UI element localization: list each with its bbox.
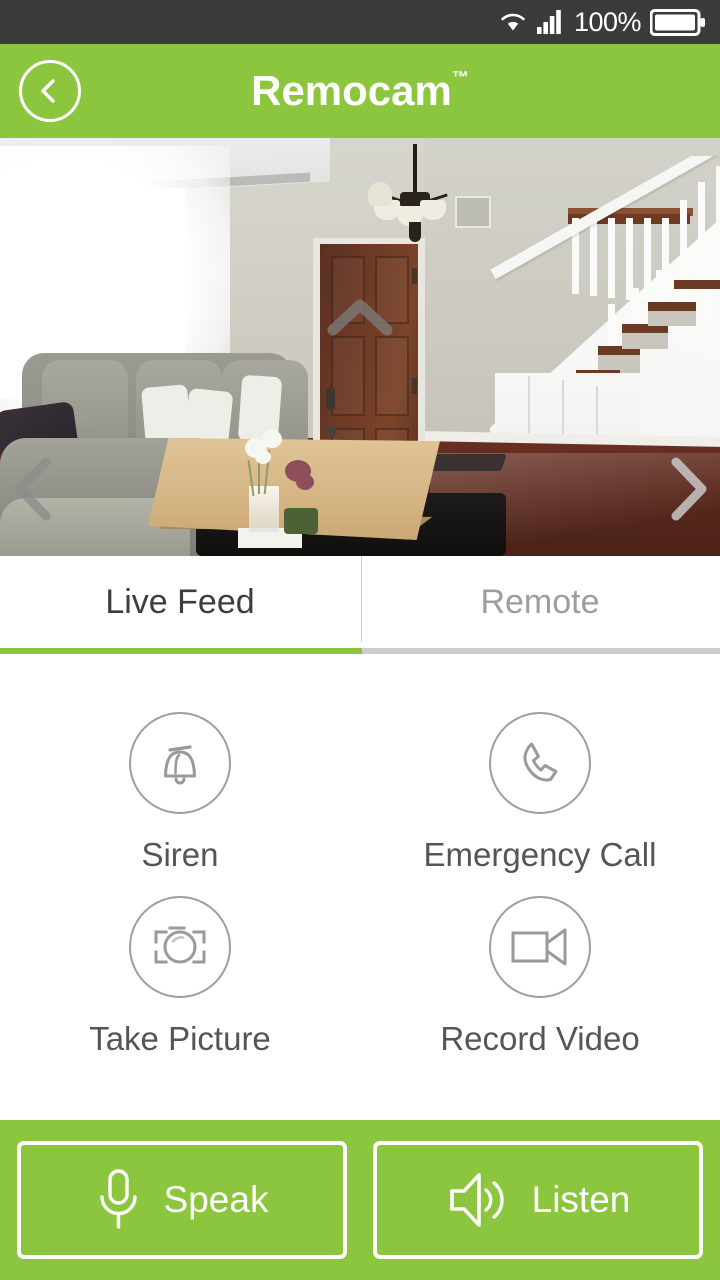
action-label: Siren	[141, 836, 219, 873]
speak-button[interactable]: Speak	[17, 1141, 347, 1259]
listen-label: Listen	[531, 1179, 631, 1220]
battery-full-icon	[650, 8, 705, 36]
battery-percent-label: 100%	[573, 6, 642, 37]
action-label: Take Picture	[89, 1019, 271, 1057]
phone-icon	[523, 742, 558, 782]
action-emergency-call[interactable]: Emergency Call	[360, 712, 720, 896]
record-video-icon-circle	[489, 895, 591, 998]
action-label: Emergency Call	[423, 836, 657, 873]
tab-live-feed[interactable]: Live Feed	[0, 556, 360, 648]
chevron-up-icon	[327, 299, 393, 336]
chevron-right-icon	[671, 457, 707, 521]
chevron-left-icon	[15, 457, 51, 521]
camera-icon	[154, 926, 206, 963]
video-camera-icon	[511, 928, 567, 965]
action-label: Record Video	[440, 1019, 640, 1057]
microphone-icon	[99, 1169, 137, 1229]
wifi-icon	[501, 13, 525, 31]
take-picture-icon-circle	[129, 895, 231, 998]
tab-remote[interactable]: Remote	[360, 556, 720, 648]
app-header: Remocam™	[0, 44, 720, 138]
siren-icon-circle	[129, 712, 231, 814]
emergency-call-icon-circle	[489, 712, 591, 814]
pan-left-button[interactable]	[10, 456, 54, 522]
app-title-text: Remocam	[251, 67, 452, 114]
talk-listen-bar: Speak Listen	[0, 1120, 720, 1280]
action-siren[interactable]: Siren	[0, 712, 360, 896]
live-video-feed[interactable]	[0, 138, 720, 556]
listen-button[interactable]: Listen	[373, 1141, 703, 1259]
trademark-symbol: ™	[451, 68, 469, 87]
tab-inactive-underline	[362, 648, 720, 654]
camera-scene-image	[0, 138, 720, 556]
app-root: 100% Remocam™ Live Feed Remote Siren Eme…	[0, 0, 720, 1280]
tab-bar: Live Feed Remote	[0, 556, 720, 648]
speak-label: Speak	[163, 1179, 269, 1220]
bell-icon	[164, 745, 196, 785]
tab-active-underline	[0, 648, 362, 654]
tab-underline-group	[0, 648, 720, 654]
action-take-picture[interactable]: Take Picture	[0, 895, 360, 1080]
action-record-video[interactable]: Record Video	[360, 895, 720, 1080]
cellular-signal-icon	[536, 10, 561, 34]
pan-up-button[interactable]	[327, 296, 393, 338]
page-title: Remocam™	[0, 67, 720, 115]
speaker-icon	[449, 1173, 504, 1227]
status-bar: 100%	[0, 0, 720, 44]
action-grid: Siren Emergency Call Take Picture Record…	[0, 654, 720, 1079]
pan-right-button[interactable]	[666, 456, 710, 522]
